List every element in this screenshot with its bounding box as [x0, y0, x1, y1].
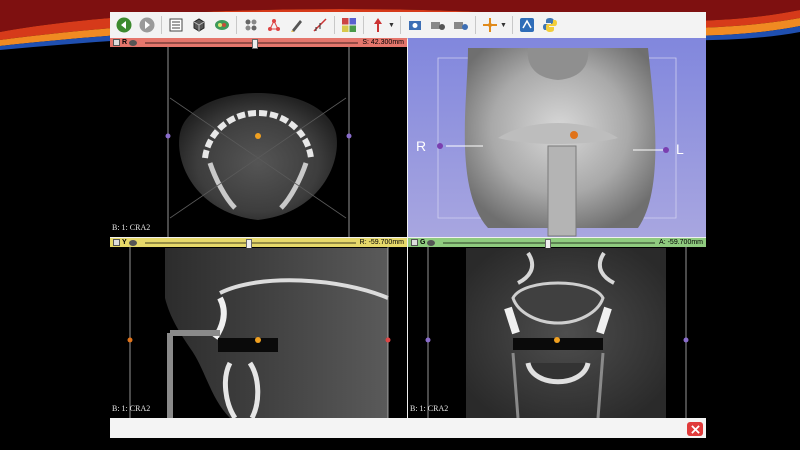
editor-icon [291, 20, 302, 32]
volume-label: B: 1: CRA2 [410, 404, 449, 413]
chevron-down-icon[interactable]: ▼ [388, 22, 395, 29]
python-button[interactable] [541, 16, 559, 34]
slicer-window: ▼ ▼ R S: 42.300mm B: 1: CRA2 R L Y R: -5… [110, 12, 706, 438]
toolbar-separator [236, 16, 237, 34]
volume-label: B: 1: CRA2 [112, 223, 151, 232]
toolbar-separator [474, 16, 476, 34]
red-slice-view[interactable]: R S: 42.300mm B: 1: CRA2 [110, 38, 407, 237]
measure-icon [313, 18, 327, 32]
mouse-mode-button[interactable] [369, 16, 387, 34]
layout-button[interactable] [340, 16, 358, 34]
arrow-mode-icon [374, 18, 382, 32]
scene-view-icon [430, 22, 445, 30]
toolbar-separator [334, 16, 335, 34]
transforms-button[interactable] [242, 16, 260, 34]
forward-button[interactable] [138, 16, 156, 34]
forward-arrow-icon [139, 17, 155, 33]
back-arrow-icon [116, 17, 132, 33]
status-bar [110, 418, 706, 438]
close-button[interactable] [687, 422, 703, 436]
screenshot-icon [408, 21, 421, 30]
volume-label: B: 1: CRA2 [112, 404, 151, 413]
data-icon [169, 18, 183, 32]
main-toolbar: ▼ ▼ [110, 12, 706, 39]
toolbar-separator [399, 16, 401, 34]
extension-button[interactable] [518, 16, 536, 34]
measure-button[interactable] [311, 16, 329, 34]
toolbar-separator [511, 16, 513, 34]
orientation-label-right: L [676, 141, 684, 157]
sagittal-ct-image [127, 247, 391, 418]
markups-button[interactable] [265, 16, 283, 34]
orientation-label-left: R [416, 138, 427, 154]
extension-icon [519, 18, 534, 32]
editor-button[interactable] [288, 16, 306, 34]
yellow-slice-view[interactable]: Y R: -59.700mm B: 1: CRA2 [110, 238, 407, 418]
close-icon [690, 424, 700, 434]
3d-face-render [408, 38, 706, 237]
back-button[interactable] [115, 16, 133, 34]
crosshair-button[interactable] [481, 16, 499, 34]
layout-grid-icon [342, 18, 356, 32]
scene-view-button[interactable] [429, 16, 447, 34]
3d-view[interactable]: 1 R L [408, 38, 706, 237]
transforms-icon [245, 19, 257, 31]
models-button[interactable] [213, 16, 231, 34]
green-slice-view[interactable]: G A: -59.700mm B: 1: CRA2 [408, 238, 706, 418]
coronal-ct-image [425, 247, 689, 418]
volume-cube-icon [193, 18, 205, 32]
markups-icon [268, 19, 280, 31]
scene-view-2-icon [453, 22, 468, 30]
scene-view-2-button[interactable] [452, 16, 470, 34]
toolbar-separator [363, 16, 364, 34]
volume-button[interactable] [190, 16, 208, 34]
crosshair-icon [482, 18, 497, 32]
toolbar-separator [161, 16, 162, 34]
chevron-down-icon[interactable]: ▼ [500, 22, 507, 29]
python-icon [542, 18, 557, 32]
axial-ct-image [165, 47, 352, 237]
screenshot-button[interactable] [406, 16, 424, 34]
models-icon [215, 20, 229, 30]
data-button[interactable] [167, 16, 185, 34]
